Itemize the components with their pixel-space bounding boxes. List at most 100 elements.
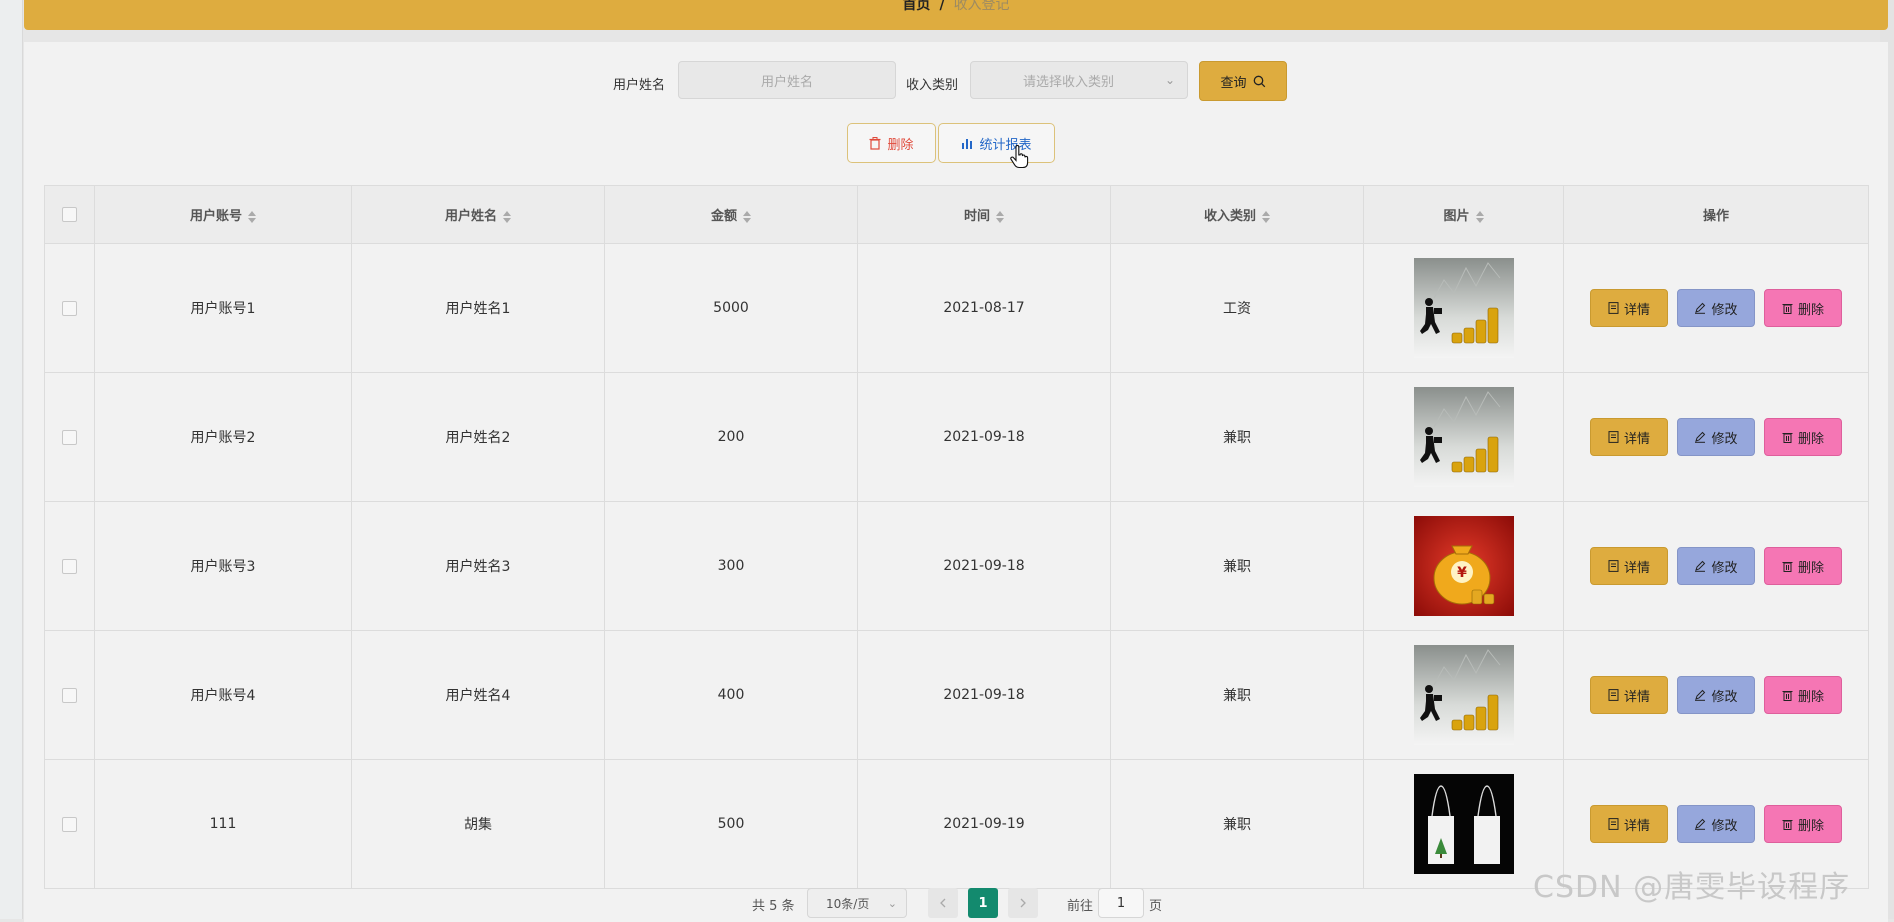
username-input[interactable]: 用户姓名 — [678, 61, 896, 99]
cell-name: 用户姓名2 — [351, 372, 605, 502]
cell-amount: 500 — [604, 759, 858, 889]
row-checkbox[interactable] — [62, 429, 77, 445]
chevron-down-icon: ⌄ — [887, 897, 897, 910]
delete-button[interactable]: 删除 — [1764, 289, 1842, 327]
detail-button[interactable]: 详情 — [1590, 676, 1668, 714]
cell-actions: 详情 修改 删除 — [1563, 501, 1869, 631]
page-size-value: 10条/页 — [826, 896, 870, 911]
page-unit-label: 页 — [1149, 899, 1163, 914]
cell-account: 用户账号4 — [94, 630, 352, 760]
document-icon — [1608, 431, 1619, 443]
page-number-button[interactable]: 1 — [968, 888, 998, 918]
row-checkbox[interactable] — [62, 558, 77, 574]
breadcrumb: 首页 / 收入登记 — [24, 0, 1888, 30]
cell-date: 2021-08-17 — [857, 243, 1111, 373]
detail-button[interactable]: 详情 — [1590, 805, 1668, 843]
cell-amount: 400 — [604, 630, 858, 760]
cell-image — [1363, 630, 1564, 760]
column-header-name[interactable]: 用户姓名 — [351, 185, 605, 244]
detail-label: 详情 — [1623, 431, 1650, 447]
page-size-select[interactable]: 10条/页 ⌄ — [807, 888, 907, 918]
cell-actions: 详情 修改 删除 — [1563, 630, 1869, 760]
trash-icon — [1782, 562, 1793, 572]
trash-icon — [869, 136, 881, 150]
row-select-cell — [44, 630, 95, 760]
row-checkbox[interactable] — [62, 300, 77, 316]
income-thumbnail[interactable] — [1413, 774, 1514, 874]
select-all-checkbox[interactable] — [62, 207, 77, 222]
detail-button[interactable]: 详情 — [1590, 289, 1668, 327]
sort-icon[interactable] — [503, 210, 511, 223]
goto-page-input[interactable]: 1 — [1098, 888, 1144, 918]
sort-icon[interactable] — [1262, 210, 1270, 223]
income-thumbnail[interactable] — [1413, 258, 1514, 358]
edit-button[interactable]: 修改 — [1677, 289, 1755, 327]
select-all-cell — [44, 185, 95, 244]
edit-pencil-icon — [1695, 431, 1706, 443]
column-header-category[interactable]: 收入类别 — [1110, 185, 1364, 244]
edit-button[interactable]: 修改 — [1677, 676, 1755, 714]
sort-icon[interactable] — [248, 210, 256, 223]
table-row: 用户账号3 用户姓名3 300 2021-09-18 兼职 ¥ 详情 修改 删除 — [44, 501, 1869, 631]
cell-account: 用户账号1 — [94, 243, 352, 373]
trash-icon — [1782, 304, 1793, 314]
trash-icon — [1782, 433, 1793, 443]
delete-label: 删除 — [1797, 431, 1824, 447]
breadcrumb-home[interactable]: 首页 — [902, 0, 930, 12]
column-header-date[interactable]: 时间 — [857, 185, 1111, 244]
prev-page-button[interactable] — [928, 888, 958, 918]
income-thumbnail[interactable]: ¥ — [1413, 516, 1514, 616]
category-select[interactable]: 请选择收入类别 ⌄ — [970, 61, 1188, 99]
cell-name: 用户姓名3 — [351, 501, 605, 631]
sort-icon[interactable] — [1475, 210, 1484, 223]
cell-actions: 详情 修改 删除 — [1563, 243, 1869, 373]
username-placeholder: 用户姓名 — [760, 74, 813, 90]
sort-icon[interactable] — [996, 210, 1004, 223]
pagination-total: 共 5 条 — [752, 899, 795, 914]
delete-label: 删除 — [1797, 818, 1824, 834]
delete-button[interactable]: 删除 — [1764, 676, 1842, 714]
delete-button[interactable]: 删除 — [1764, 547, 1842, 585]
bulk-delete-label: 删除 — [887, 137, 914, 153]
chevron-down-icon: ⌄ — [1164, 73, 1175, 87]
sort-icon[interactable] — [743, 210, 751, 223]
detail-label: 详情 — [1623, 818, 1650, 834]
cell-category: 兼职 — [1110, 372, 1364, 502]
statistics-report-button[interactable]: 统计报表 — [938, 123, 1055, 163]
detail-label: 详情 — [1623, 560, 1650, 576]
edit-button[interactable]: 修改 — [1677, 805, 1755, 843]
edit-pencil-icon — [1695, 302, 1706, 314]
delete-button[interactable]: 删除 — [1764, 805, 1842, 843]
svg-text:¥: ¥ — [1457, 565, 1467, 581]
cell-date: 2021-09-18 — [857, 501, 1111, 631]
cell-image: ¥ — [1363, 501, 1564, 631]
bulk-delete-button[interactable]: 删除 — [847, 123, 936, 163]
row-checkbox[interactable] — [62, 816, 77, 832]
search-form: 用户姓名 用户姓名 收入类别 请选择收入类别 ⌄ 查询 — [24, 61, 1888, 101]
detail-button[interactable]: 详情 — [1590, 547, 1668, 585]
next-page-button[interactable] — [1008, 888, 1038, 918]
column-header-image[interactable]: 图片 — [1363, 185, 1564, 244]
document-icon — [1608, 818, 1619, 830]
delete-button[interactable]: 删除 — [1764, 418, 1842, 456]
cell-account: 111 — [94, 759, 352, 889]
search-icon — [1253, 75, 1265, 87]
income-table: 用户账号 用户姓名 金额 时间 收入类别 图片 操作 用户账号1 用户姓名1 500… — [44, 185, 1869, 889]
column-header-amount[interactable]: 金额 — [604, 185, 858, 244]
row-checkbox[interactable] — [62, 687, 77, 703]
cell-account: 用户账号3 — [94, 501, 352, 631]
detail-button[interactable]: 详情 — [1590, 418, 1668, 456]
column-header-account[interactable]: 用户账号 — [94, 185, 352, 244]
income-thumbnail[interactable] — [1413, 387, 1514, 487]
table-row: 用户账号2 用户姓名2 200 2021-09-18 兼职 详情 修改 删除 — [44, 372, 1869, 502]
cell-name: 用户姓名1 — [351, 243, 605, 373]
edit-button[interactable]: 修改 — [1677, 547, 1755, 585]
income-thumbnail[interactable] — [1413, 645, 1514, 745]
query-button[interactable]: 查询 — [1199, 61, 1287, 101]
detail-label: 详情 — [1623, 689, 1650, 705]
row-select-cell — [44, 243, 95, 373]
edit-button[interactable]: 修改 — [1677, 418, 1755, 456]
row-select-cell — [44, 759, 95, 889]
main-content: 用户姓名 用户姓名 收入类别 请选择收入类别 ⌄ 查询 删除 统计报表 用户账号… — [24, 42, 1888, 922]
cell-name: 用户姓名4 — [351, 630, 605, 760]
